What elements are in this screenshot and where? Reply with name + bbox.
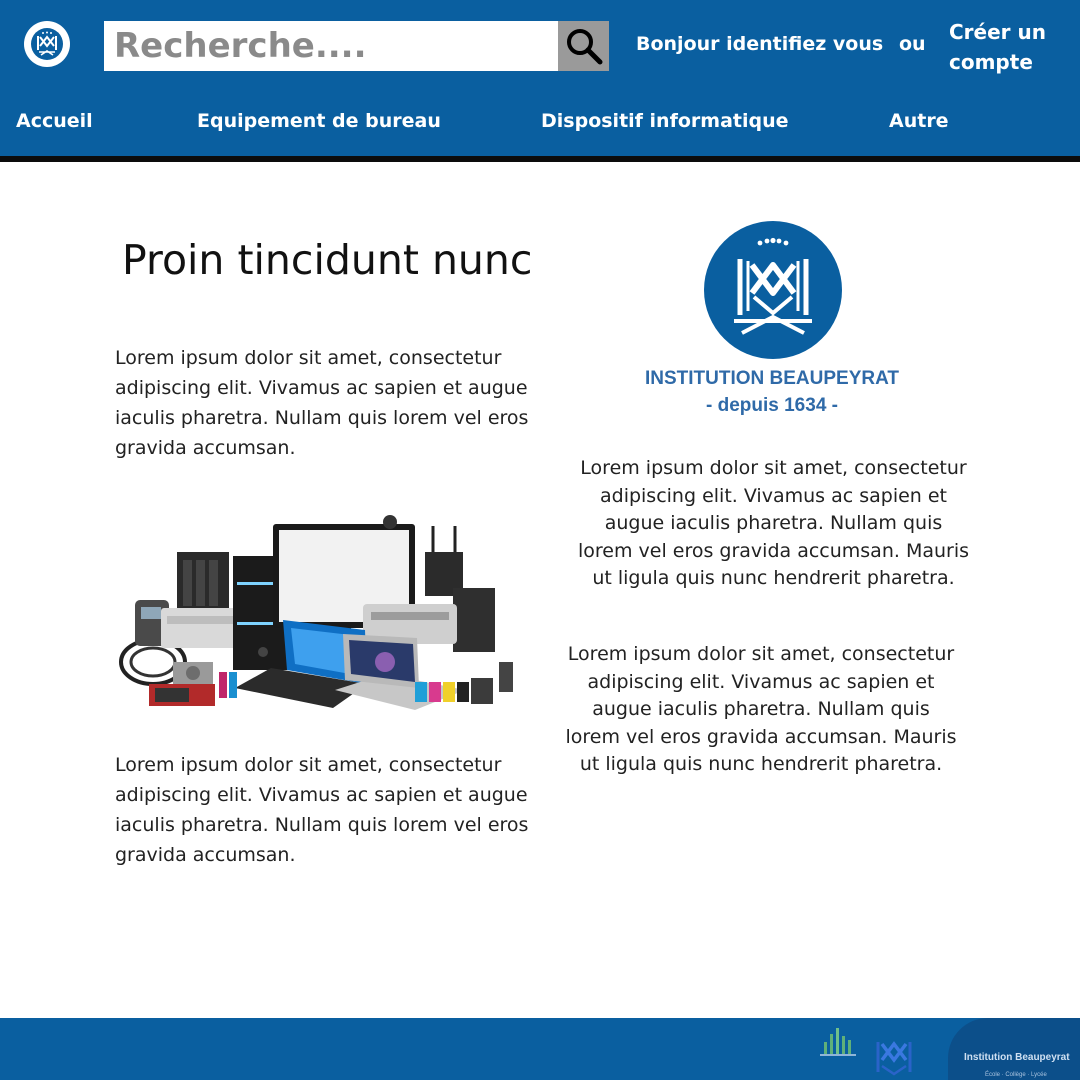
top-header: Bonjour identifiez vous ou Créer un comp…	[0, 0, 1080, 162]
sign-in-link[interactable]: Bonjour identifiez vous	[636, 33, 883, 55]
institution-logo	[704, 221, 842, 359]
institution-name: INSTITUTION BEAUPEYRAT	[644, 368, 900, 389]
nav-item-autre[interactable]: Autre	[889, 110, 949, 132]
page-title: Proin tincidunt nunc	[122, 236, 533, 284]
nav-item-accueil[interactable]: Accueil	[16, 110, 93, 132]
bar-chart-logo-icon	[820, 1028, 856, 1056]
institution-emblem-icon	[734, 237, 812, 335]
or-separator: ou	[899, 33, 926, 55]
footer-brand-sub: École · Collège · Lycée	[985, 1072, 1047, 1078]
footer: Institution Beaupeyrat École · Collège ·…	[0, 1018, 1080, 1080]
footer-brand-panel	[948, 1018, 1080, 1080]
institution-emblem-icon	[876, 1041, 912, 1076]
institution-emblem-icon	[31, 28, 63, 60]
footer-brand-name: Institution Beaupeyrat	[964, 1052, 1070, 1063]
left-paragraph-2: Lorem ipsum dolor sit amet, consectetur …	[115, 754, 529, 866]
create-account-link[interactable]: Créer un compte	[949, 17, 1069, 77]
right-paragraph-2: Lorem ipsum dolor sit amet, consectetur …	[565, 643, 957, 775]
nav-item-dispositif-informatique[interactable]: Dispositif informatique	[541, 110, 789, 132]
nav-item-equipement-de-bureau[interactable]: Equipement de bureau	[197, 110, 441, 132]
institution-since: - depuis 1634 -	[706, 395, 838, 416]
left-paragraph-1: Lorem ipsum dolor sit amet, consectetur …	[115, 347, 529, 459]
search-button[interactable]	[558, 21, 609, 71]
site-logo[interactable]	[24, 21, 70, 67]
magnifier-icon	[566, 29, 602, 65]
search-input[interactable]	[104, 21, 558, 71]
right-paragraph-1: Lorem ipsum dolor sit amet, consectetur …	[577, 457, 970, 589]
computer-equipment-image	[119, 515, 513, 710]
